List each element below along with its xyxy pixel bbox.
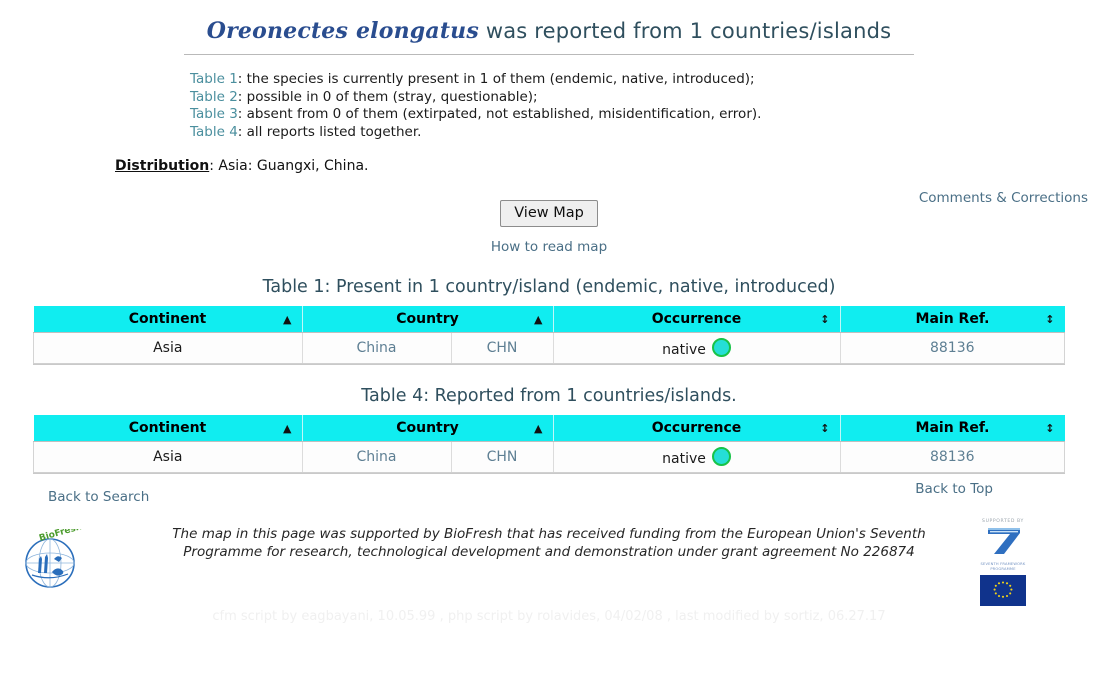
legend-text-2: : possible in 0 of them (stray, question… [237, 88, 538, 105]
column-label-main-ref: Main Ref. [915, 311, 990, 327]
column-header-country[interactable]: Country ▲ [302, 415, 554, 442]
cell-main-ref-link[interactable]: 88136 [930, 340, 975, 356]
sort-none-icon[interactable]: ↕ [820, 423, 829, 434]
sort-asc-icon[interactable]: ▲ [534, 423, 542, 434]
sort-asc-icon[interactable]: ▲ [534, 314, 542, 325]
column-header-occurrence[interactable]: Occurrence ↕ [553, 306, 841, 333]
legend-link-table-2[interactable]: Table 2 [190, 89, 238, 105]
table-1: Continent ▲ Country ▲ Occurrence ↕ Main … [33, 306, 1065, 364]
table-row: Asia China CHN native 88136 [33, 332, 1065, 364]
legend-text-3: : absent from 0 of them (extirpated, not… [237, 106, 762, 122]
eu-flag-icon [980, 575, 1026, 607]
comments-and-corrections-link[interactable]: Comments & Corrections [919, 190, 1088, 206]
legend-line-2: Table 2: possible in 0 of them (stray, q… [190, 89, 1098, 107]
cell-continent: Asia [33, 441, 303, 473]
view-map-button[interactable]: View Map [500, 200, 598, 227]
column-header-main-ref[interactable]: Main Ref. ↕ [840, 306, 1065, 333]
biofresh-logo-icon: BioFresh [18, 522, 90, 591]
column-label-main-ref: Main Ref. [915, 420, 990, 436]
column-label-continent: Continent [128, 420, 207, 436]
map-controls: View Map How to read map [0, 200, 1098, 255]
back-to-search-link[interactable]: Back to Search [48, 489, 149, 505]
column-header-continent[interactable]: Continent ▲ [33, 306, 303, 333]
table-4-caption: Table 4: Reported from 1 countries/islan… [361, 386, 737, 406]
title-divider [184, 54, 914, 55]
legend-text-4: : all reports listed together. [237, 123, 422, 140]
column-header-continent[interactable]: Continent ▲ [33, 415, 303, 442]
species-name: Oreonectes elongatus [206, 18, 479, 44]
legend-line-1: Table 1: the species is currently presen… [190, 71, 1098, 89]
page-title: Oreonectes elongatus was reported from 1… [0, 18, 1098, 44]
distribution-value: : Asia: Guangxi, China. [209, 158, 369, 174]
table-header-row: Continent ▲ Country ▲ Occurrence ↕ Main … [33, 306, 1065, 333]
back-to-top-link[interactable]: Back to Top [915, 481, 993, 497]
column-header-occurrence[interactable]: Occurrence ↕ [553, 415, 841, 442]
cell-country-link[interactable]: China [357, 449, 397, 465]
cell-occurrence: native [552, 332, 841, 364]
sort-none-icon[interactable]: ↕ [1045, 423, 1054, 434]
sort-none-icon[interactable]: ↕ [1045, 314, 1054, 325]
cell-main-ref-link[interactable]: 88136 [930, 449, 975, 465]
occurrence-status-icon [711, 447, 731, 466]
cell-country-group: China CHN [301, 441, 554, 473]
distribution: Distribution: Asia: Guangxi, China. [115, 158, 1098, 174]
table-1-caption: Table 1: Present in 1 country/island (en… [262, 277, 836, 297]
column-label-occurrence: Occurrence [651, 420, 742, 436]
legend-link-table-3[interactable]: Table 3 [190, 106, 238, 122]
funding-section: BioFresh The map in this page was suppor… [0, 519, 1098, 607]
occurrence-label: native [662, 342, 706, 358]
page-header: Oreonectes elongatus was reported from 1… [0, 0, 1098, 55]
column-label-occurrence: Occurrence [651, 311, 742, 327]
column-label-country: Country [396, 420, 459, 436]
cell-country-code-link[interactable]: CHN [487, 340, 518, 356]
cell-occurrence: native [552, 441, 841, 473]
script-credits: cfm script by eagbayani, 10.05.99 , php … [212, 609, 886, 624]
cell-country-link[interactable]: China [357, 340, 397, 356]
footer-navigation: Back to Search Back to Top [0, 481, 1098, 509]
cell-continent: Asia [33, 332, 303, 364]
table-row: Asia China CHN native 88136 [33, 441, 1065, 473]
table-header-row: Continent ▲ Country ▲ Occurrence ↕ Main … [33, 415, 1065, 442]
supported-by-label: SUPPORTED BY [982, 519, 1024, 524]
cell-country-group: China CHN [301, 332, 554, 364]
cell-main-ref: 88136 [839, 441, 1065, 473]
funding-note: The map in this page was supported by Bi… [172, 526, 926, 560]
eu-fp7-logo: SUPPORTED BY SEVENTH FRAMEWORK PROGRAMME [970, 519, 1036, 609]
legend-line-4: Table 4: all reports listed together. [190, 124, 1098, 142]
how-to-read-map-link[interactable]: How to read map [0, 239, 1098, 255]
table-legend: Table 1: the species is currently presen… [190, 71, 1098, 141]
table-4: Continent ▲ Country ▲ Occurrence ↕ Main … [33, 415, 1065, 473]
occurrence-label: native [662, 451, 706, 467]
cell-country-code-link[interactable]: CHN [487, 449, 518, 465]
column-label-continent: Continent [128, 311, 207, 327]
legend-link-table-1[interactable]: Table 1 [190, 71, 238, 87]
sort-asc-icon[interactable]: ▲ [283, 423, 291, 434]
occurrence-status-icon [711, 338, 731, 357]
page-title-rest: was reported from 1 countries/islands [478, 19, 892, 43]
column-label-country: Country [396, 311, 459, 327]
legend-text-1: : the species is currently present in 1 … [237, 71, 755, 87]
fp7-programme-label: SEVENTH FRAMEWORK PROGRAMME [980, 562, 1026, 571]
column-header-country[interactable]: Country ▲ [302, 306, 554, 333]
legend-line-3: Table 3: absent from 0 of them (extirpat… [190, 106, 1098, 124]
distribution-label: Distribution [115, 158, 210, 174]
legend-link-table-4[interactable]: Table 4 [190, 124, 238, 140]
sort-asc-icon[interactable]: ▲ [283, 314, 291, 325]
sort-none-icon[interactable]: ↕ [820, 314, 829, 325]
cell-main-ref: 88136 [839, 332, 1065, 364]
column-header-main-ref[interactable]: Main Ref. ↕ [840, 415, 1065, 442]
fp7-seven-icon [988, 528, 1020, 554]
